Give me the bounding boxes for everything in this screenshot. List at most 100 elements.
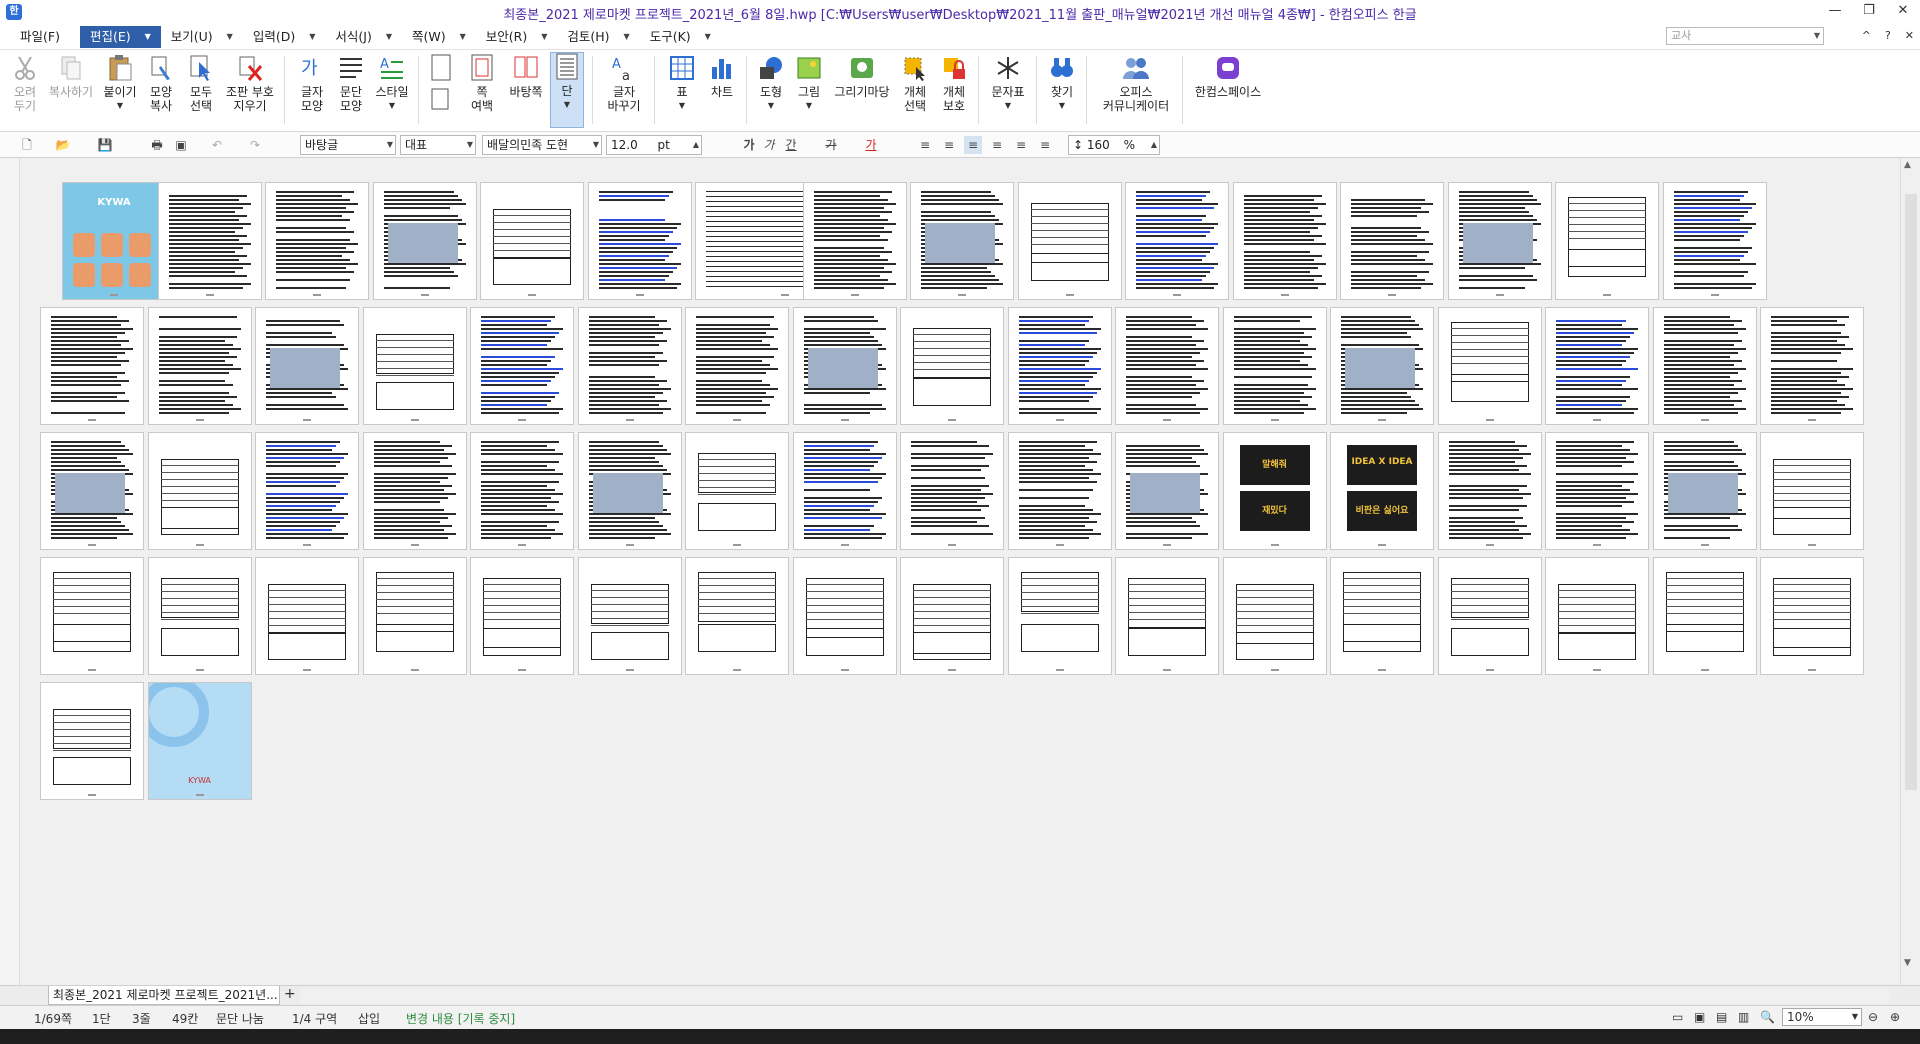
page-thumbnail[interactable]	[1663, 182, 1767, 300]
align-split-icon[interactable]: ≡	[1036, 136, 1054, 154]
close-doc-icon[interactable]: ✕	[1905, 29, 1914, 42]
background-page-button[interactable]: 바탕쪽	[506, 54, 546, 99]
menu-format[interactable]: 서식(J) ▼	[325, 26, 402, 48]
page-thumbnail[interactable]	[158, 182, 262, 300]
help-search-input[interactable]: 교사 ▼	[1666, 27, 1824, 45]
char-shape-button[interactable]: 가 글자 모양	[294, 54, 330, 113]
menu-view[interactable]: 보기(U) ▼	[161, 26, 243, 48]
italic-button[interactable]: 가	[760, 136, 778, 154]
scroll-up-icon[interactable]: ▲	[1904, 160, 1911, 170]
page-thumbnail[interactable]	[40, 557, 144, 675]
column-button[interactable]: 단 ▼	[550, 52, 584, 128]
object-select-button[interactable]: 개체 선택	[898, 54, 932, 113]
page-thumbnail[interactable]	[1653, 432, 1757, 550]
preview-icon[interactable]: ▣	[172, 136, 190, 154]
bold-button[interactable]: 가	[740, 136, 758, 154]
menu-insert[interactable]: 입력(D) ▼	[243, 26, 326, 48]
page-thumbnail[interactable]	[685, 432, 789, 550]
chevron-down-icon[interactable]: ▼	[227, 26, 233, 48]
page-thumbnail[interactable]	[1448, 182, 1552, 300]
page-thumbnail[interactable]	[1115, 557, 1219, 675]
picture-button[interactable]: 그림 ▼	[792, 54, 826, 113]
page-thumbnail[interactable]	[1438, 432, 1542, 550]
menu-security[interactable]: 보안(R) ▼	[476, 26, 558, 48]
chevron-down-icon[interactable]: ▼	[664, 99, 700, 113]
page-thumbnail[interactable]	[363, 432, 467, 550]
collapse-ribbon-icon[interactable]: ^	[1862, 29, 1871, 42]
view-web-icon[interactable]: ▥	[1738, 1010, 1749, 1024]
chevron-down-icon[interactable]: ▼	[1044, 99, 1080, 113]
page-thumbnail[interactable]	[793, 557, 897, 675]
align-distribute-icon[interactable]: ≡	[1012, 136, 1030, 154]
page-thumbnail[interactable]	[578, 432, 682, 550]
vertical-scrollbar[interactable]: ▲ ▼	[1900, 158, 1920, 985]
page-thumbnail[interactable]	[588, 182, 692, 300]
object-protect-button[interactable]: 개체 보호	[936, 54, 972, 113]
style-button[interactable]: A 스타일 ▼	[372, 54, 412, 113]
chevron-down-icon[interactable]: ▼	[102, 99, 138, 113]
page-thumbnail[interactable]	[900, 432, 1004, 550]
page-thumbnail[interactable]	[265, 182, 369, 300]
page-thumbnail[interactable]	[373, 182, 477, 300]
chevron-down-icon[interactable]: ▼	[1852, 1009, 1858, 1025]
zoom-out-icon[interactable]: ⊖	[1868, 1010, 1878, 1024]
page-thumbnail[interactable]: KYWA	[62, 182, 166, 300]
page-thumbnail[interactable]	[1760, 557, 1864, 675]
page-thumbnail[interactable]	[1760, 307, 1864, 425]
page-thumbnail[interactable]	[148, 557, 252, 675]
page-thumbnail[interactable]	[1330, 307, 1434, 425]
print-icon[interactable]: 🖶	[148, 136, 166, 154]
page-thumbnail[interactable]	[1545, 432, 1649, 550]
page-thumbnail[interactable]	[255, 307, 359, 425]
undo-icon[interactable]: ↶	[208, 136, 226, 154]
align-justify-icon[interactable]: ≡	[916, 136, 934, 154]
page-thumbnail[interactable]	[363, 307, 467, 425]
page-thumbnail[interactable]	[1008, 432, 1112, 550]
chevron-down-icon[interactable]: ▼	[551, 98, 583, 112]
restore-icon[interactable]: ❐	[1852, 0, 1886, 24]
page-thumbnail[interactable]	[803, 182, 907, 300]
chart-button[interactable]: 차트	[704, 54, 740, 99]
page-thumbnail[interactable]	[470, 432, 574, 550]
font-color-button[interactable]: 가	[862, 136, 880, 154]
select-all-button[interactable]: 모두 선택	[184, 54, 218, 113]
page-thumbnail[interactable]	[1653, 307, 1757, 425]
chevron-down-icon[interactable]: ▼	[705, 26, 711, 48]
format-copy-button[interactable]: 모양 복사	[144, 54, 178, 113]
page-thumbnail[interactable]	[1330, 557, 1434, 675]
chevron-down-icon[interactable]: ▼	[372, 99, 412, 113]
chevron-down-icon[interactable]: ▼	[541, 26, 547, 48]
page-thumbnail[interactable]	[1223, 307, 1327, 425]
chevron-down-icon[interactable]: ▼	[624, 26, 630, 48]
document-workspace[interactable]: KYWA 말해줘 재밌다 IDEA X IDEA 비판은 싫어요 KYWA ▲ ▼	[0, 158, 1920, 985]
table-button[interactable]: 표 ▼	[664, 54, 700, 113]
find-button[interactable]: 찾기 ▼	[1044, 54, 1080, 113]
page-margin-button[interactable]: 쪽 여백	[462, 54, 502, 113]
spinner-icon[interactable]: ▲	[693, 136, 699, 154]
page-thumbnail[interactable]	[1340, 182, 1444, 300]
page-thumbnail[interactable]: 말해줘 재밌다	[1223, 432, 1327, 550]
page-thumbnail[interactable]	[900, 557, 1004, 675]
view-normal-icon[interactable]: ▭	[1672, 1010, 1683, 1024]
align-left-icon[interactable]: ≡	[940, 136, 958, 154]
menu-tools[interactable]: 도구(K) ▼	[640, 26, 721, 48]
chevron-down-icon[interactable]: ▼	[467, 136, 473, 154]
page-thumbnail[interactable]	[1125, 182, 1229, 300]
page-thumbnail[interactable]	[578, 307, 682, 425]
underline-button[interactable]: 간	[782, 136, 800, 154]
page-thumbnail[interactable]	[1545, 307, 1649, 425]
cut-button[interactable]: 오려 두기	[8, 54, 42, 113]
align-center-icon[interactable]: ≡	[964, 136, 982, 154]
font-select[interactable]: 배달의민족 도현 ▼	[482, 135, 602, 155]
page-thumbnail[interactable]	[685, 557, 789, 675]
chevron-down-icon[interactable]: ▼	[386, 26, 392, 48]
page-thumbnail[interactable]	[40, 432, 144, 550]
delete-code-button[interactable]: 조판 부호 지우기	[222, 54, 278, 113]
page-thumbnail[interactable]: IDEA X IDEA 비판은 싫어요	[1330, 432, 1434, 550]
hwp-app-icon[interactable]: 한	[6, 4, 22, 20]
menu-file[interactable]: 파일(F)	[10, 26, 70, 48]
page-thumbnail[interactable]	[255, 432, 359, 550]
document-tab[interactable]: 최종본_2021 제로마켓 프로젝트_2021년...	[48, 986, 280, 1005]
align-right-icon[interactable]: ≡	[988, 136, 1006, 154]
hancom-space-button[interactable]: 한컴스페이스	[1188, 54, 1268, 99]
